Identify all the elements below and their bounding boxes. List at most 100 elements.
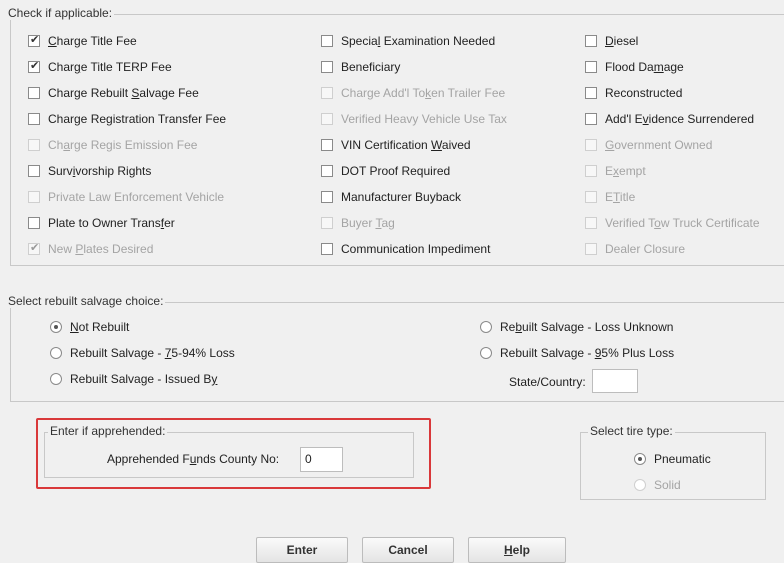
tire-radio-1-label: Pneumatic <box>654 452 711 466</box>
applicable-col3-checkbox-4-label: Add'l Evidence Surrendered <box>605 112 755 126</box>
applicable-col1-checkbox-9: New Plates Desired <box>28 241 154 256</box>
tire-legend: Select tire type: <box>588 424 675 438</box>
applicable-col3-checkbox-8: Verified Tow Truck Certificate <box>585 216 760 230</box>
checkbox[interactable] <box>321 35 333 47</box>
applicable-col1-checkbox-6[interactable]: Survivorship Rights <box>28 164 151 178</box>
applicable-col1-checkbox-2[interactable]: Charge Title TERP Fee <box>28 59 172 74</box>
applicable-col3-checkbox-4[interactable]: Add'l Evidence Surrendered <box>585 112 754 126</box>
state-country-label: State/Country: <box>509 375 586 389</box>
salvage-right-radio-2[interactable]: Rebuilt Salvage - 95% Plus Loss <box>480 346 674 360</box>
checkbox[interactable] <box>28 87 40 99</box>
applicable-col1-checkbox-4-label: Charge Registration Transfer Fee <box>48 112 227 126</box>
checkbox[interactable] <box>321 243 333 255</box>
applicable-col2-checkbox-7[interactable]: Manufacturer Buyback <box>321 190 461 204</box>
applicable-col2-checkbox-4-label: Verified Heavy Vehicle Use Tax <box>341 112 507 126</box>
applicable-col2-checkbox-2[interactable]: Beneficiary <box>321 60 400 74</box>
applicable-col3-checkbox-6: Exempt <box>585 164 646 178</box>
cancel-button[interactable]: Cancel <box>362 537 454 563</box>
checkbox[interactable] <box>585 35 597 47</box>
applicable-col3-checkbox-5: Government Owned <box>585 138 712 152</box>
applicable-col3-checkbox-7-label: ETitle <box>605 190 636 204</box>
checkbox[interactable] <box>321 191 333 203</box>
tire-radio-2-label: Solid <box>654 478 681 492</box>
salvage-right-radio-1[interactable]: Rebuilt Salvage - Loss Unknown <box>480 320 673 334</box>
enter-button[interactable]: Enter <box>256 537 348 563</box>
checkbox <box>28 191 40 203</box>
salvage-left-radio-3-label: Rebuilt Salvage - Issued By <box>70 372 218 386</box>
applicable-legend: Check if applicable: <box>6 6 115 20</box>
applicable-col1-checkbox-7-label: Private Law Enforcement Vehicle <box>48 190 225 204</box>
applicable-col1-checkbox-3-label: Charge Rebuilt Salvage Fee <box>48 86 199 100</box>
applicable-col2-checkbox-5[interactable]: VIN Certification Waived <box>321 138 471 152</box>
checkbox[interactable] <box>28 33 40 47</box>
applicable-col3-checkbox-3-label: Reconstructed <box>605 86 683 100</box>
checkbox <box>321 113 333 125</box>
applicable-col3-checkbox-1-label: Diesel <box>605 34 639 48</box>
applicable-col1-checkbox-4[interactable]: Charge Registration Transfer Fee <box>28 112 226 126</box>
checkbox[interactable] <box>585 113 597 125</box>
radio-button[interactable] <box>634 453 646 465</box>
applicable-col2-checkbox-6[interactable]: DOT Proof Required <box>321 164 450 178</box>
help-button[interactable]: Help <box>468 537 566 563</box>
salvage-left-radio-2[interactable]: Rebuilt Salvage - 75-94% Loss <box>50 346 235 360</box>
applicable-col3-checkbox-2-label: Flood Damage <box>605 60 684 74</box>
checkbox[interactable] <box>28 59 40 73</box>
applicable-col2-checkbox-9-label: Communication Impediment <box>341 242 491 256</box>
applicable-col1-checkbox-1[interactable]: Charge Title Fee <box>28 33 137 48</box>
applicable-col3-checkbox-9: Dealer Closure <box>585 242 685 256</box>
applicable-col2-checkbox-1[interactable]: Special Examination Needed <box>321 34 495 48</box>
checkbox[interactable] <box>321 139 333 151</box>
tire-radio-2: Solid <box>634 478 681 492</box>
applicable-col3-checkbox-8-label: Verified Tow Truck Certificate <box>605 216 760 230</box>
radio-button[interactable] <box>50 321 62 333</box>
applicable-col3-checkbox-1[interactable]: Diesel <box>585 34 638 48</box>
applicable-col3-checkbox-6-label: Exempt <box>605 164 646 178</box>
checkbox <box>585 165 597 177</box>
checkbox <box>585 139 597 151</box>
applicable-col3-checkbox-5-label: Government Owned <box>605 138 713 152</box>
radio-button[interactable] <box>50 347 62 359</box>
applicable-col1-checkbox-2-label: Charge Title TERP Fee <box>48 60 172 74</box>
checkbox[interactable] <box>28 217 40 229</box>
applicable-col3-checkbox-3[interactable]: Reconstructed <box>585 86 682 100</box>
checkbox <box>585 217 597 229</box>
checkbox <box>321 217 333 229</box>
applicable-col1-checkbox-6-label: Survivorship Rights <box>48 164 152 178</box>
checkbox[interactable] <box>28 165 40 177</box>
tire-radio-1[interactable]: Pneumatic <box>634 452 711 466</box>
radio-button <box>634 479 646 491</box>
checkbox[interactable] <box>28 113 40 125</box>
salvage-left-radio-1[interactable]: Not Rebuilt <box>50 320 129 334</box>
applicable-col2-checkbox-8-label: Buyer Tag <box>341 216 395 230</box>
salvage-left-radio-1-label: Not Rebuilt <box>70 320 130 334</box>
applicable-col1-checkbox-8-label: Plate to Owner Transfer <box>48 216 175 230</box>
checkbox[interactable] <box>321 165 333 177</box>
radio-button[interactable] <box>50 373 62 385</box>
applicable-col2-checkbox-4: Verified Heavy Vehicle Use Tax <box>321 112 507 126</box>
salvage-right-radio-2-label: Rebuilt Salvage - 95% Plus Loss <box>500 346 675 360</box>
applicable-col3-checkbox-7: ETitle <box>585 190 635 204</box>
checkbox <box>585 191 597 203</box>
applicable-col1-checkbox-5-label: Charge Regis Emission Fee <box>48 138 198 152</box>
applicable-col1-checkbox-9-label: New Plates Desired <box>48 242 154 256</box>
apprehended-highlight <box>36 418 431 489</box>
applicable-col2-checkbox-5-label: VIN Certification Waived <box>341 138 471 152</box>
checkbox[interactable] <box>585 87 597 99</box>
state-country-input[interactable] <box>592 369 638 393</box>
applicable-col2-checkbox-9[interactable]: Communication Impediment <box>321 242 490 256</box>
radio-button[interactable] <box>480 321 492 333</box>
applicable-col2-checkbox-3-label: Charge Add'l Token Trailer Fee <box>341 86 506 100</box>
checkbox <box>321 87 333 99</box>
checkbox[interactable] <box>321 61 333 73</box>
applicable-col1-checkbox-5: Charge Regis Emission Fee <box>28 138 197 152</box>
radio-button[interactable] <box>480 347 492 359</box>
applicable-col1-checkbox-7: Private Law Enforcement Vehicle <box>28 190 224 204</box>
salvage-left-radio-3[interactable]: Rebuilt Salvage - Issued By <box>50 372 217 386</box>
applicable-col1-checkbox-3[interactable]: Charge Rebuilt Salvage Fee <box>28 86 199 100</box>
checkbox[interactable] <box>585 61 597 73</box>
applicable-col3-checkbox-9-label: Dealer Closure <box>605 242 686 256</box>
applicable-col1-checkbox-8[interactable]: Plate to Owner Transfer <box>28 216 175 230</box>
applicable-col2-checkbox-8: Buyer Tag <box>321 216 395 230</box>
applicable-col3-checkbox-2[interactable]: Flood Damage <box>585 60 684 74</box>
applicable-col2-checkbox-3: Charge Add'l Token Trailer Fee <box>321 86 505 100</box>
